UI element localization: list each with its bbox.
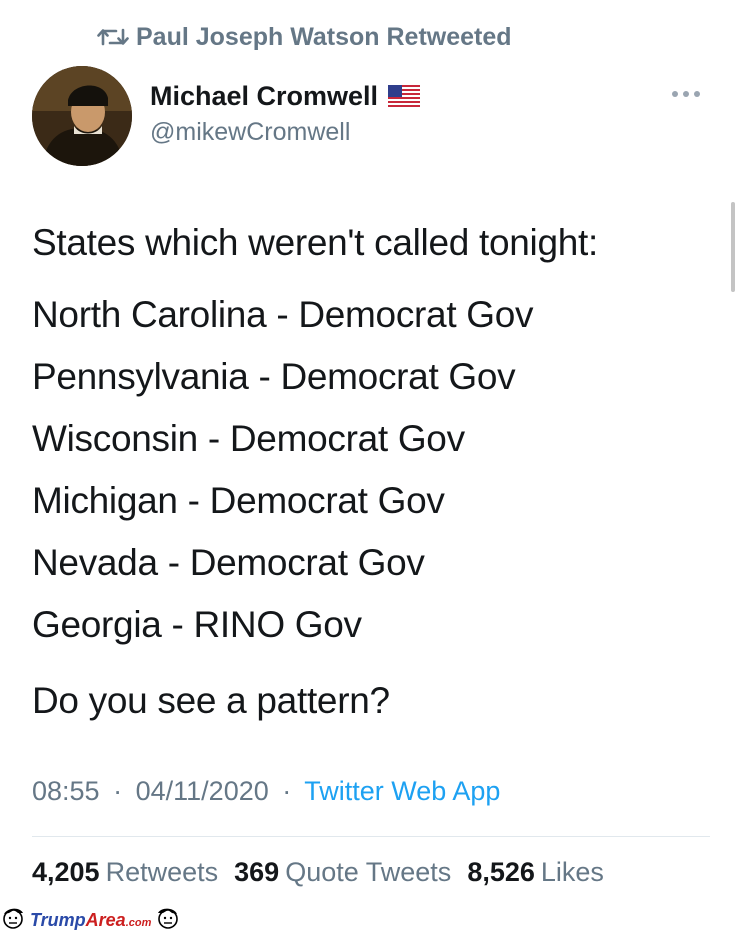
- retweeted-by-label: Paul Joseph Watson Retweeted: [136, 22, 512, 51]
- retweet-header[interactable]: Paul Joseph Watson Retweeted: [96, 22, 512, 52]
- retweets-count: 4,205: [32, 857, 100, 887]
- tweet-line: North Carolina - Democrat Gov: [32, 294, 534, 335]
- likes-label: Likes: [540, 857, 604, 887]
- retweets-label: Retweets: [105, 857, 219, 887]
- tweet-line: Michigan - Democrat Gov: [32, 480, 445, 521]
- retweets-stat[interactable]: 4,205 Retweets: [32, 857, 218, 888]
- watermark: TrumpArea.com: [0, 905, 230, 935]
- avatar[interactable]: [32, 66, 132, 166]
- scrollbar[interactable]: [731, 202, 735, 292]
- retweet-icon: [96, 22, 136, 52]
- quote-tweets-count: 369: [234, 857, 280, 887]
- author-block: Michael Cromwell @mikewCromwell: [150, 78, 421, 147]
- tweet-line: Georgia - RINO Gov: [32, 604, 362, 645]
- meta-separator: ·: [113, 776, 123, 806]
- dot: [683, 91, 689, 97]
- author-name[interactable]: Michael Cromwell: [150, 81, 378, 112]
- caricature-icon: [155, 905, 181, 936]
- quote-tweets-stat[interactable]: 369 Quote Tweets: [234, 857, 451, 888]
- tweet-intro: States which weren't called tonight:: [32, 222, 598, 263]
- us-flag-icon: [388, 85, 421, 107]
- quote-tweets-label: Quote Tweets: [285, 857, 452, 887]
- tweet-text: States which weren't called tonight: Nor…: [32, 212, 722, 732]
- divider: [32, 836, 710, 837]
- tweet-line: Nevada - Democrat Gov: [32, 542, 425, 583]
- dot: [672, 91, 678, 97]
- likes-count: 8,526: [467, 857, 535, 887]
- watermark-logo: TrumpArea.com: [30, 910, 151, 931]
- tweet-outro: Do you see a pattern?: [32, 680, 390, 721]
- tweet-line: Pennsylvania - Democrat Gov: [32, 356, 516, 397]
- watermark-suffix: .com: [125, 916, 152, 929]
- tweet-date[interactable]: 04/11/2020: [136, 776, 269, 806]
- tweet-line: Wisconsin - Democrat Gov: [32, 418, 465, 459]
- meta-separator: ·: [282, 776, 292, 806]
- author-handle[interactable]: @mikewCromwell: [150, 118, 420, 147]
- tweet-meta: 08:55 · 04/11/2020 · Twitter Web App: [32, 776, 500, 807]
- likes-stat[interactable]: 8,526 Likes: [467, 857, 604, 888]
- tweet-source-link[interactable]: Twitter Web App: [304, 776, 500, 806]
- more-options-icon[interactable]: [672, 86, 708, 102]
- caricature-icon: [0, 905, 26, 936]
- tweet-time[interactable]: 08:55: [32, 776, 100, 806]
- watermark-brand-2: Area: [85, 909, 126, 930]
- watermark-brand-1: Trump: [30, 909, 86, 930]
- author-name-line: Michael Cromwell: [150, 78, 421, 114]
- tweet-stats: 4,205 Retweets 369 Quote Tweets 8,526 Likes: [32, 857, 604, 888]
- dot: [694, 91, 700, 97]
- tweet-detail-view: Paul Joseph Watson Retweeted Michael Cro…: [0, 0, 740, 937]
